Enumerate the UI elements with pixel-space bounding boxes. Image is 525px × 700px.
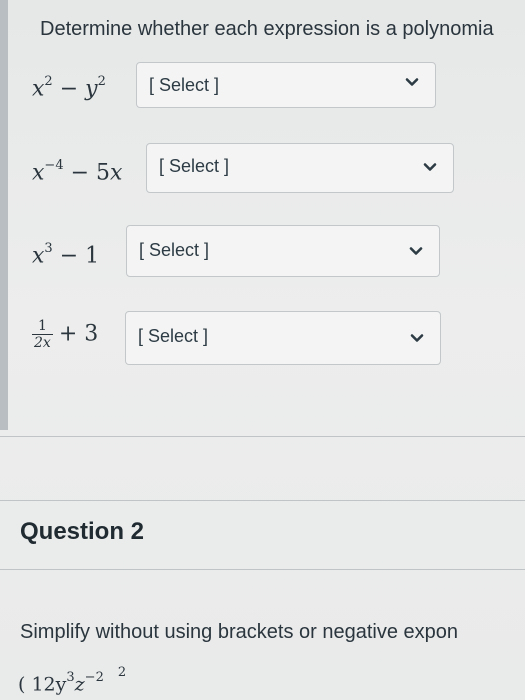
question-2-prompt: Simplify without using brackets or negat…	[20, 621, 459, 643]
divider	[0, 436, 525, 437]
chevron-down-icon	[410, 334, 424, 342]
question-border	[0, 0, 8, 430]
select-value: [ Select ]	[138, 326, 209, 346]
chevron-down-icon	[409, 247, 423, 255]
select-expression-2[interactable]: [ Select ]	[146, 143, 454, 193]
select-expression-1[interactable]: [ Select ]	[136, 62, 436, 108]
expression-4: 1 2x + 3	[32, 318, 99, 351]
question-2-title: Question 2	[20, 518, 145, 545]
select-expression-3[interactable]: [ Select ]	[126, 225, 440, 277]
quiz-page: Determine whether each expression is a p…	[0, 0, 525, 700]
select-value: [ Select ]	[139, 240, 210, 260]
expression-1: x2 − y2	[32, 74, 106, 102]
divider	[0, 569, 525, 570]
chevron-down-icon	[423, 163, 437, 171]
expression-2: x−4 − 5x	[32, 158, 123, 186]
question-1-prompt: Determine whether each expression is a p…	[40, 18, 494, 40]
expression-3: x3 − 1	[32, 241, 100, 269]
select-value: [ Select ]	[159, 156, 230, 176]
fraction: 1 2x	[32, 318, 53, 351]
question-2-expression: ( 12y3z−2 2	[18, 665, 127, 696]
select-value: [ Select ]	[149, 75, 220, 95]
select-expression-4[interactable]: [ Select ]	[125, 311, 441, 365]
divider	[0, 500, 525, 501]
chevron-down-icon	[405, 78, 419, 86]
